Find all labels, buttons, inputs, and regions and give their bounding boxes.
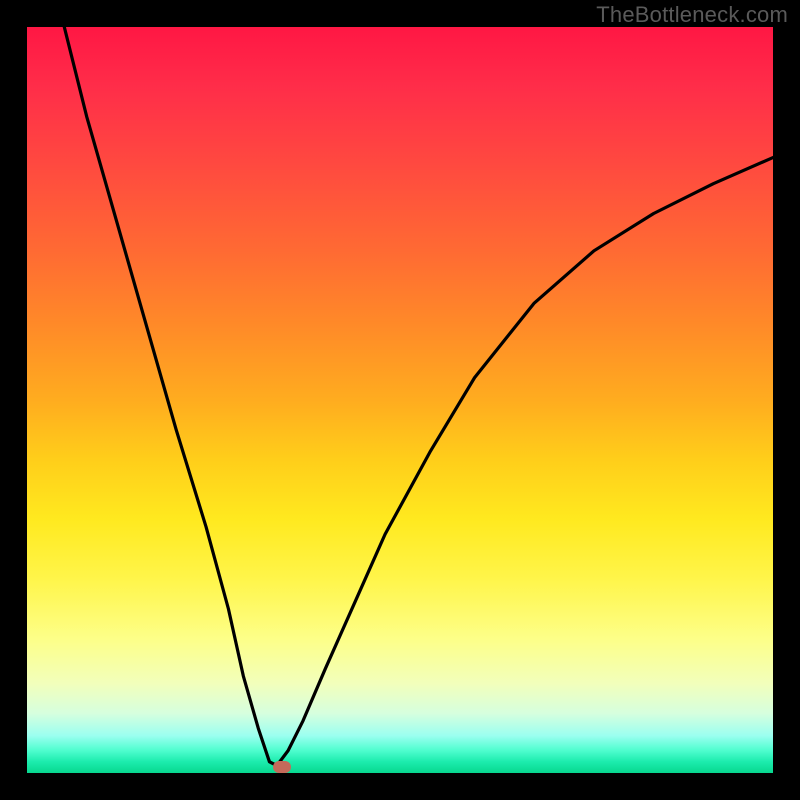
plot-area — [27, 27, 773, 773]
curve-svg — [27, 27, 773, 773]
bottleneck-curve — [64, 27, 773, 766]
watermark-text: TheBottleneck.com — [596, 2, 788, 28]
chart-frame: TheBottleneck.com — [0, 0, 800, 800]
selected-point-marker — [273, 761, 291, 773]
